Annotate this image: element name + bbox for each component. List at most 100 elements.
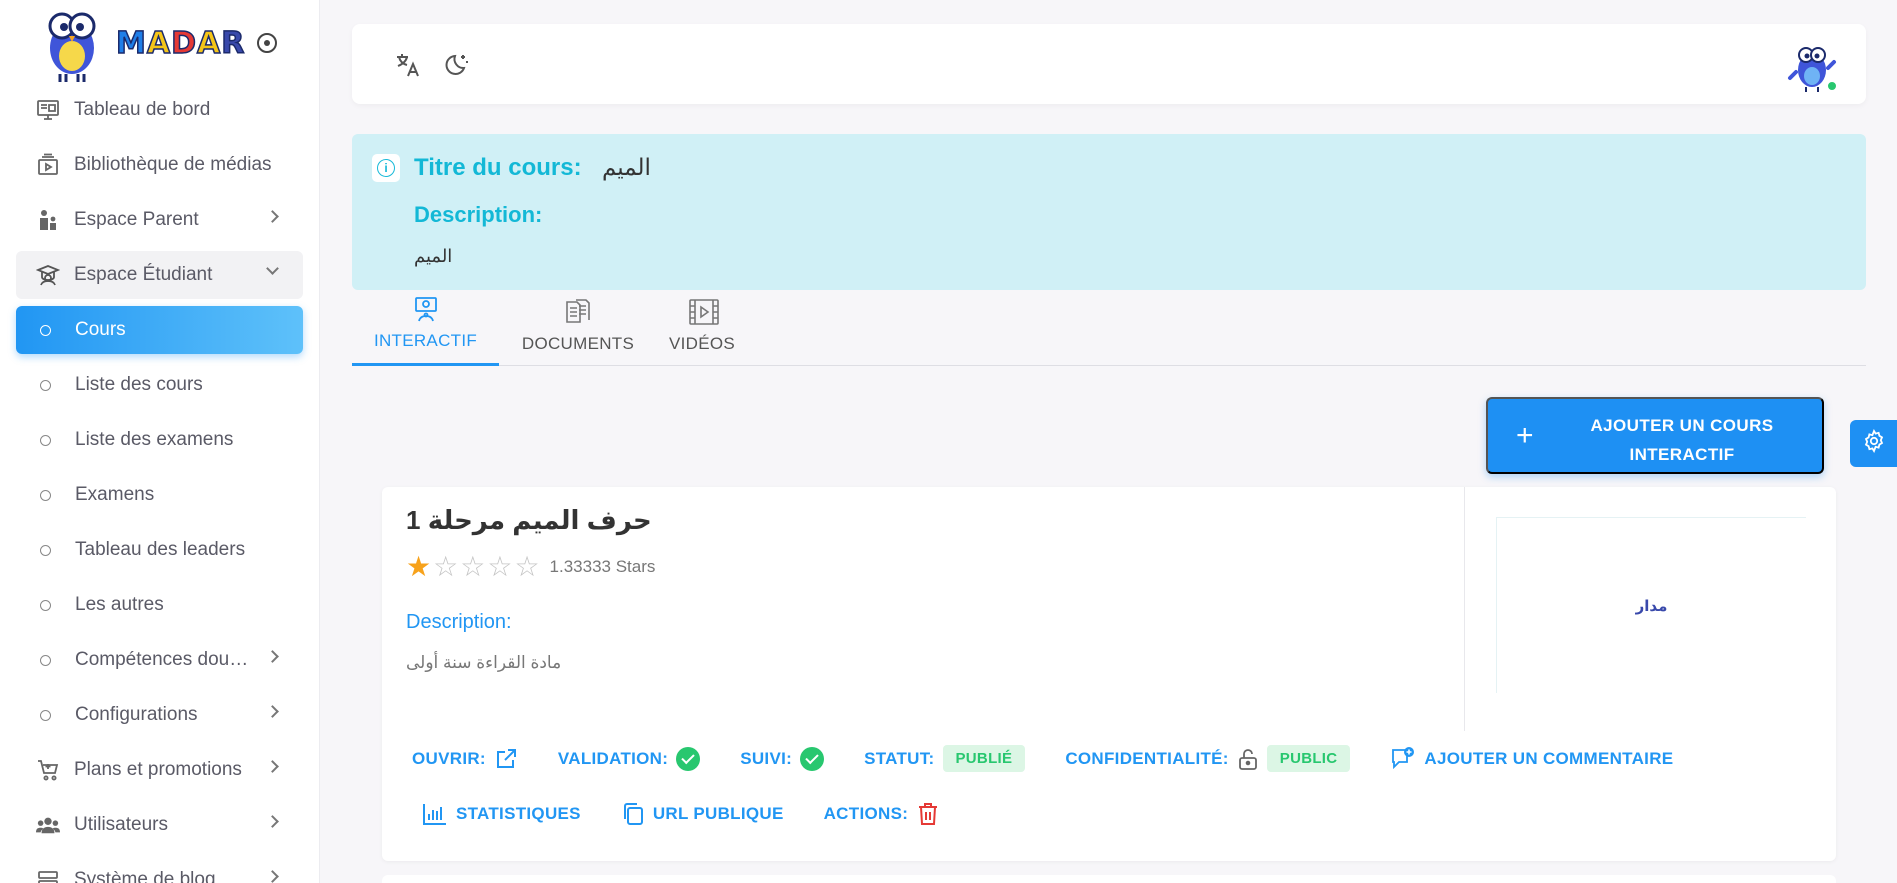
star-filled-icon[interactable]: ★ [406,553,431,581]
sidebar-nav: Tableau de bord Bibliothèque de médias E… [0,86,319,883]
sidebar-item-label: Cours [75,319,126,340]
sidebar-subitem-configurations[interactable]: Configurations [16,691,303,739]
course-description-label: Description: [414,202,543,227]
sidebar-item-label: Les autres [75,594,164,615]
course-title-label: Titre du cours: [414,154,582,181]
tab-interactive[interactable]: INTERACTIF [352,296,499,366]
chevron-right-icon [266,705,279,718]
circle-bullet-icon [40,489,51,501]
sidebar-item-plans-promotions[interactable]: Plans et promotions [16,746,303,794]
sidebar-item-dashboard[interactable]: Tableau de bord [16,86,303,134]
circle-bullet-icon [40,324,51,336]
customizer-toggle[interactable] [1850,420,1897,467]
add-interactive-course-button[interactable]: + AJOUTER UN COURS INTERACTIF [1486,397,1824,474]
tab-documents[interactable]: DOCUMENTS [521,296,635,366]
circle-bullet-icon [40,654,51,666]
star-empty-icon[interactable]: ☆ [460,553,485,581]
sidebar-subitem-courses[interactable]: Cours [16,306,303,354]
sidebar-item-users[interactable]: Utilisateurs [16,801,303,849]
sidebar-collapse-toggle[interactable] [257,33,278,53]
tab-label: DOCUMENTS [521,334,635,353]
brand-letter: A [196,25,222,62]
tracking-status: SUIVI: [740,746,825,771]
add-comment-button[interactable]: AJOUTER UN COMMENTAIRE [1390,746,1673,772]
open-action[interactable]: OUVRIR: [412,747,518,771]
chevron-right-icon [266,210,279,223]
course-thumbnail[interactable]: مدار [1496,517,1806,693]
brand-letter: D [170,25,197,62]
course-meta-row-2: STATISTIQUES URL PUBLIQUE ACTIONS: [422,801,980,827]
star-empty-icon[interactable]: ☆ [514,553,539,581]
thumbnail-logo-text: مدار [1635,596,1668,615]
tab-videos[interactable]: VIDÉOS [660,296,744,366]
course-card-title: حرف الميم مرحلة 1 [406,505,652,535]
videos-icon [688,298,719,326]
star-empty-icon[interactable]: ☆ [433,553,458,581]
translate-icon[interactable] [394,51,422,79]
tracking-label: SUIVI: [740,748,793,768]
circle-bullet-icon [40,599,51,611]
sidebar-item-label: Examens [75,484,155,505]
rating-stars: ★ ☆ ☆ ☆ ☆ 1.33333 Stars [406,553,655,581]
sidebar-item-parent-space[interactable]: Espace Parent [16,196,303,244]
sidebar: M A D A R Tableau de bord Bibliothèque d… [0,0,320,883]
parent-icon [36,208,60,232]
open-label: OUVRIR: [412,748,486,768]
sidebar-subitem-others[interactable]: Les autres [16,581,303,629]
check-circle-icon [800,746,825,771]
chevron-right-icon [266,650,279,663]
blog-icon [36,868,60,883]
user-avatar[interactable] [1786,36,1840,94]
statistics-button[interactable]: STATISTIQUES [422,802,581,826]
sidebar-item-label: Système de blog [74,869,216,883]
validation-label: VALIDATION: [557,748,669,768]
circle-bullet-icon [40,709,51,721]
privacy-badge: PUBLIC [1266,745,1351,772]
actions-group: ACTIONS: [824,801,941,827]
add-comment-label: AJOUTER UN COMMENTAIRE [1424,748,1674,768]
privacy-status: CONFIDENTIALITÉ: PUBLIC [1065,745,1351,772]
sidebar-item-blog-system[interactable]: Système de blog [16,856,303,883]
logo-row: M A D A R [0,0,319,86]
sidebar-item-label: Utilisateurs [74,814,168,835]
status-badge: PUBLIÉ [942,745,1026,772]
sidebar-subitem-course-list[interactable]: Liste des cours [16,361,303,409]
sidebar-subitem-leaderboard[interactable]: Tableau des leaders [16,526,303,574]
student-icon [36,263,60,287]
status-label: STATUT: [864,748,935,768]
brand-letter: A [146,25,172,62]
chevron-down-icon [266,262,279,275]
sidebar-item-media-library[interactable]: Bibliothèque de médias [16,141,303,189]
sidebar-item-label: Configurations [75,704,198,725]
content-tabs: INTERACTIF DOCUMENTS VIDÉOS [352,296,1866,366]
star-empty-icon[interactable]: ☆ [487,553,512,581]
dark-mode-icon[interactable] [444,51,472,79]
bar-chart-icon [422,802,448,826]
sidebar-item-label: Liste des cours [75,374,203,395]
unlock-icon[interactable] [1237,747,1259,771]
plus-icon: + [1516,419,1534,452]
copy-icon [621,802,645,826]
sidebar-item-label: Plans et promotions [74,759,242,780]
public-url-button[interactable]: URL PUBLIQUE [621,802,784,826]
users-icon [36,813,60,837]
brand-name: M A D A R [115,25,245,62]
external-link-icon[interactable] [494,747,518,771]
chevron-right-icon [266,815,279,828]
check-circle-icon [676,746,701,771]
sidebar-subitem-exams[interactable]: Examens [16,471,303,519]
trash-icon[interactable] [916,801,940,827]
sidebar-subitem-exam-list[interactable]: Liste des examens [16,416,303,464]
sidebar-item-label: Liste des examens [75,429,234,450]
chevron-right-icon [266,870,279,883]
madar-owl-logo [40,4,104,82]
card-divider [1464,487,1465,731]
course-card: حرف الميم مرحلة 1 ★ ☆ ☆ ☆ ☆ 1.33333 Star… [382,487,1836,861]
sidebar-subitem-soft-skills[interactable]: Compétences dou… [16,636,303,684]
tab-label: INTERACTIF [373,331,478,350]
media-library-icon [36,153,60,177]
sidebar-item-student-space[interactable]: Espace Étudiant [16,251,303,299]
rating-text: 1.33333 Stars [549,557,656,576]
sidebar-item-label: Compétences dou… [75,649,249,670]
validation-status: VALIDATION: [557,746,701,771]
